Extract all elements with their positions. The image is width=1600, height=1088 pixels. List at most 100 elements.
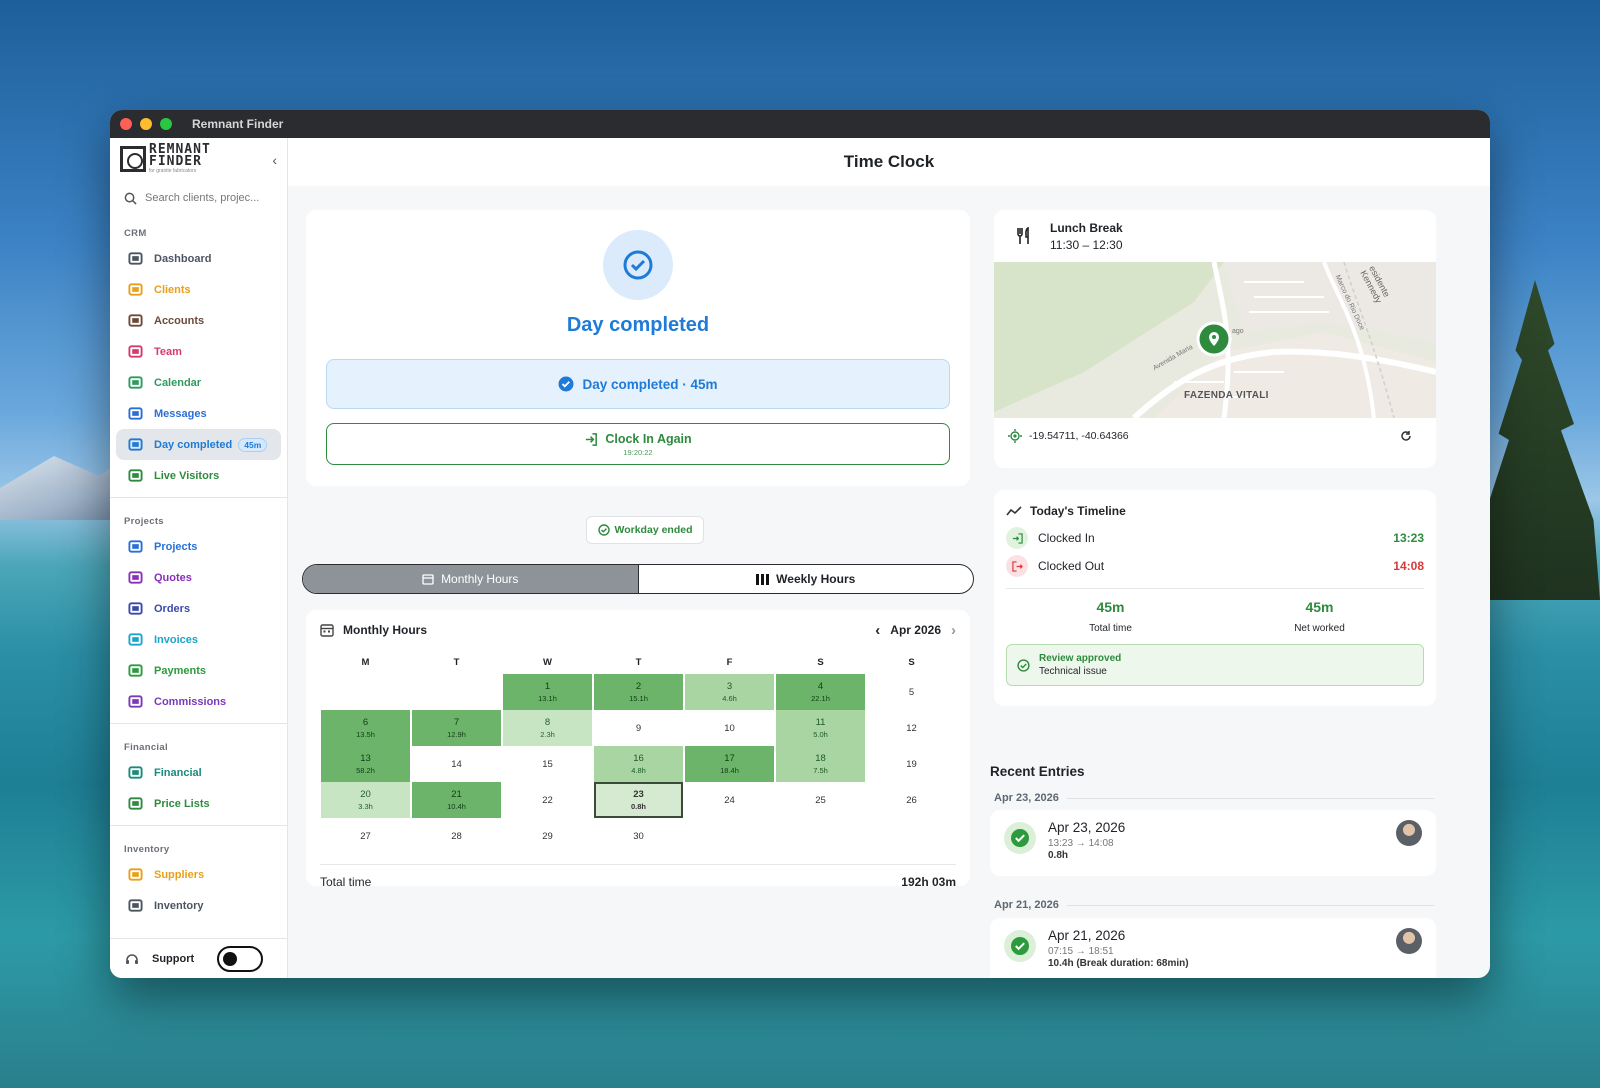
payments-icon bbox=[126, 662, 144, 680]
location-card: Lunch Break 11:30 – 12:30 FAZENDA VITALI… bbox=[994, 210, 1436, 468]
zoom-window-button[interactable] bbox=[160, 118, 172, 130]
calendar-day[interactable]: 5 bbox=[867, 674, 956, 710]
calendar-day[interactable]: 28 bbox=[412, 818, 501, 854]
sidebar-item-commissions[interactable]: Commissions bbox=[110, 686, 287, 717]
calendar-day[interactable]: 4 22.1h bbox=[776, 674, 865, 710]
sidebar-item-dashboard[interactable]: Dashboard bbox=[110, 243, 287, 274]
close-window-button[interactable] bbox=[120, 118, 132, 130]
weekday-header: T bbox=[635, 656, 642, 668]
list-item[interactable]: Apr 23, 2026 13:23 → 14:08 0.8h bbox=[990, 810, 1436, 876]
calendar-day[interactable]: 12 bbox=[867, 710, 956, 746]
sidebar-item-clients[interactable]: Clients bbox=[110, 274, 287, 305]
calendar-day[interactable]: 18 7.5h bbox=[776, 746, 865, 782]
sidebar-item-label: Payments bbox=[154, 664, 206, 677]
dashboard-icon bbox=[126, 250, 144, 268]
minimize-window-button[interactable] bbox=[140, 118, 152, 130]
sidebar-item-live-visitors[interactable]: Live Visitors bbox=[110, 460, 287, 491]
list-item[interactable]: Apr 21, 2026 07:15 → 18:51 10.4h (Break du… bbox=[990, 918, 1436, 978]
main-content: Time Clock Day completed Day completed ·… bbox=[288, 138, 1490, 978]
entry-hours: 0.8h bbox=[1048, 850, 1069, 861]
calendar-day[interactable]: 15 bbox=[503, 746, 592, 782]
calendar-day[interactable]: 25 bbox=[776, 782, 865, 818]
lunch-break-row: Lunch Break 11:30 – 12:30 bbox=[994, 210, 1436, 262]
timeline-totals: 45m Total time 45m Net worked bbox=[1006, 588, 1424, 634]
calendar-day[interactable]: 13 58.2h bbox=[321, 746, 410, 782]
section-crm: CRM bbox=[124, 228, 147, 239]
calendar-day[interactable]: 10 bbox=[685, 710, 774, 746]
calendar-day[interactable]: 24 bbox=[685, 782, 774, 818]
day-number: 28 bbox=[451, 830, 462, 842]
total-time-stat: 45m bbox=[1096, 599, 1125, 615]
team-icon bbox=[126, 343, 144, 361]
calendar-day[interactable]: 2 15.1h bbox=[594, 674, 683, 710]
calendar-day[interactable]: 27 bbox=[321, 818, 410, 854]
title-bar: Remnant Finder bbox=[110, 110, 1490, 138]
tab-weekly-hours[interactable]: Weekly Hours bbox=[639, 565, 974, 593]
sidebar-item-day-completed[interactable]: Day completed 45m bbox=[116, 429, 281, 460]
sidebar-search[interactable]: Search clients, projec... bbox=[110, 180, 287, 216]
day-number: 15 bbox=[542, 758, 553, 770]
calendar-day[interactable]: 3 4.6h bbox=[685, 674, 774, 710]
calendar-day[interactable]: 6 13.5h bbox=[321, 710, 410, 746]
next-month-icon[interactable]: › bbox=[951, 622, 956, 639]
calendar-day[interactable]: 9 bbox=[594, 710, 683, 746]
sidebar-item-label: Price Lists bbox=[154, 797, 210, 810]
sidebar-item-invoices[interactable]: Invoices bbox=[110, 624, 287, 655]
calendar-day[interactable]: 22 bbox=[503, 782, 592, 818]
calendar-day[interactable]: 8 2.3h bbox=[503, 710, 592, 746]
calendar-day[interactable]: 1 13.1h bbox=[503, 674, 592, 710]
sidebar-item-messages[interactable]: Messages bbox=[110, 398, 287, 429]
calendar-day[interactable]: 14 bbox=[412, 746, 501, 782]
tab-monthly-hours[interactable]: Monthly Hours bbox=[303, 565, 639, 593]
calendar-day[interactable]: 11 5.0h bbox=[776, 710, 865, 746]
sidebar-item-projects[interactable]: Projects bbox=[110, 531, 287, 562]
refresh-icon[interactable] bbox=[1400, 430, 1412, 442]
sidebar-item-inventory[interactable]: Inventory bbox=[110, 890, 287, 921]
messages-icon bbox=[126, 405, 144, 423]
calendar-day[interactable]: 16 4.8h bbox=[594, 746, 683, 782]
sidebar-item-team[interactable]: Team bbox=[110, 336, 287, 367]
sidebar-item-label: Team bbox=[154, 345, 182, 358]
calendar-day[interactable]: 30 bbox=[594, 818, 683, 854]
clock-in-again-button[interactable]: Clock In Again 19:20:22 bbox=[326, 423, 950, 465]
check-circle-icon bbox=[1004, 930, 1036, 962]
calendar-day[interactable]: 7 12.9h bbox=[412, 710, 501, 746]
check-circle-icon bbox=[1004, 822, 1036, 854]
login-icon bbox=[586, 432, 598, 446]
timeline-header: Today's Timeline bbox=[994, 490, 1436, 524]
calendar-day[interactable]: 23 0.8h bbox=[594, 782, 683, 818]
day-hours: 4.8h bbox=[631, 766, 646, 775]
day-number: 29 bbox=[542, 830, 553, 842]
sidebar-item-payments[interactable]: Payments bbox=[110, 655, 287, 686]
sidebar-item-label: Live Visitors bbox=[154, 469, 220, 482]
check-circle-icon bbox=[558, 376, 574, 392]
weekday-header: T bbox=[453, 656, 460, 668]
location-map[interactable]: FAZENDA VITALI Avenida Maria Marco do Ri… bbox=[994, 262, 1436, 418]
sidebar-item-label: Day completed bbox=[154, 438, 233, 451]
total-time-value: 192h 03m bbox=[901, 875, 956, 889]
sidebar-item-financial[interactable]: Financial bbox=[110, 757, 287, 788]
sidebar-item-suppliers[interactable]: Suppliers bbox=[110, 859, 287, 890]
day-number: 25 bbox=[815, 794, 826, 806]
prev-month-icon[interactable]: ‹ bbox=[875, 622, 880, 639]
calendar-day[interactable]: 20 3.3h bbox=[321, 782, 410, 818]
divider bbox=[110, 825, 287, 826]
sidebar-item-accounts[interactable]: Accounts bbox=[110, 305, 287, 336]
sidebar-item-calendar[interactable]: Calendar bbox=[110, 367, 287, 398]
support-row[interactable]: Support bbox=[110, 938, 287, 978]
brand-logo[interactable]: REMNANT FINDER for granite fabricators bbox=[110, 138, 287, 180]
calendar-day[interactable]: 19 bbox=[867, 746, 956, 782]
sidebar-item-quotes[interactable]: Quotes bbox=[110, 562, 287, 593]
search-input[interactable]: Search clients, projec... bbox=[145, 192, 259, 204]
calendar-day[interactable]: 21 10.4h bbox=[412, 782, 501, 818]
theme-toggle[interactable] bbox=[217, 945, 263, 972]
calendar-day[interactable]: 17 18.4h bbox=[685, 746, 774, 782]
sidebar-item-orders[interactable]: Orders bbox=[110, 593, 287, 624]
calendar-day[interactable]: 26 bbox=[867, 782, 956, 818]
calendar-day[interactable]: 29 bbox=[503, 818, 592, 854]
sidebar-item-label: Dashboard bbox=[154, 252, 212, 265]
collapse-sidebar-icon[interactable]: ‹ bbox=[272, 152, 277, 168]
day-hours: 0.8h bbox=[630, 802, 646, 811]
day-number: 4 bbox=[817, 681, 824, 692]
sidebar-item-price-lists[interactable]: Price Lists bbox=[110, 788, 287, 819]
